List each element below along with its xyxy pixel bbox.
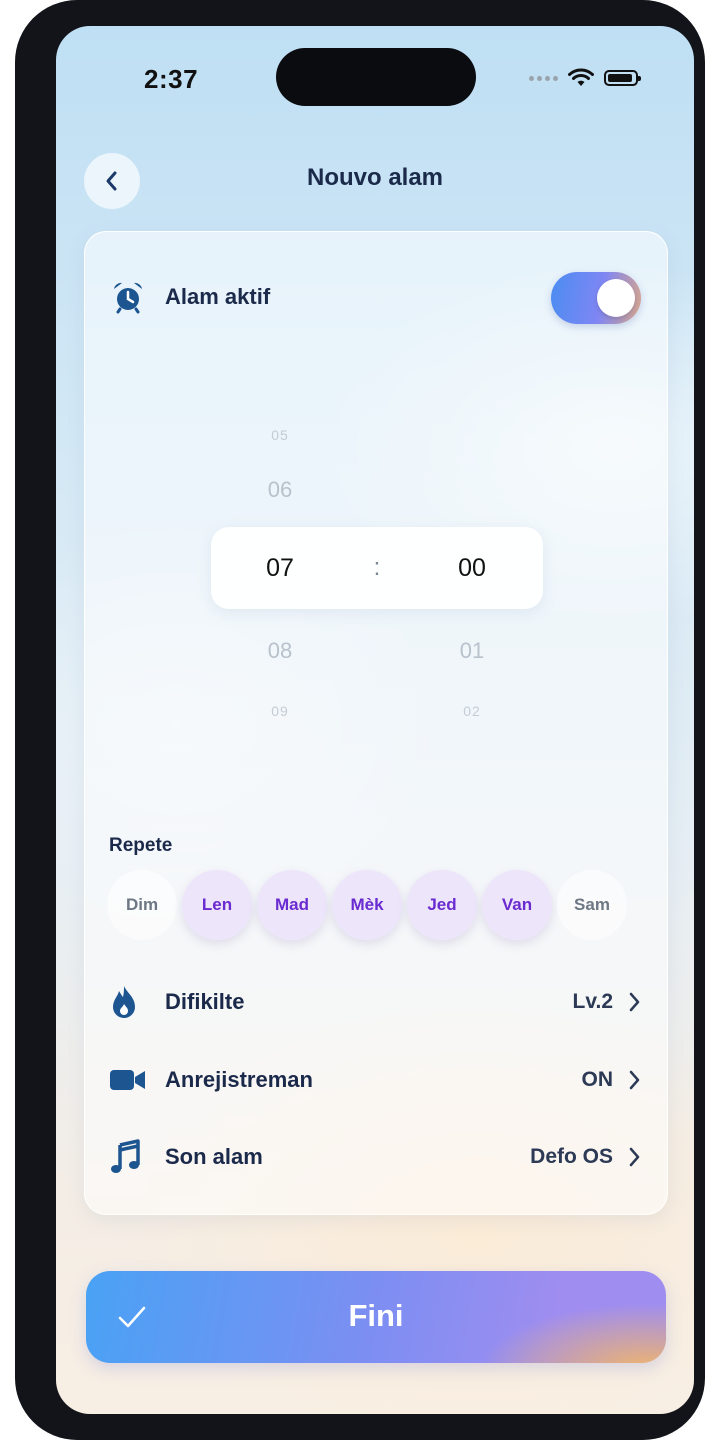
done-button[interactable]: Fini — [86, 1271, 666, 1363]
repeat-days: Dim Len Mad Mèk Jed Van Sam — [107, 870, 627, 940]
alarm-sound-label: Son alam — [165, 1144, 263, 1169]
hour-option[interactable]: 08 — [240, 638, 320, 664]
status-time: 2:37 — [144, 64, 199, 94]
page-title: Nouvo alam — [306, 164, 444, 191]
alarm-sound-row[interactable]: Son alam Defo OS — [109, 1132, 641, 1182]
toggle-knob — [597, 279, 635, 317]
day-chip-sam[interactable]: Sam — [557, 870, 627, 940]
day-chip-dim[interactable]: Dim — [107, 870, 177, 940]
hour-option[interactable]: 06 — [240, 477, 320, 503]
time-picker[interactable]: 05 06 07 : 00 08 09 01 02 — [85, 402, 667, 742]
hour-option[interactable]: 09 — [240, 703, 320, 719]
selected-minute[interactable]: 00 — [432, 554, 512, 583]
repeat-label: Repete — [109, 835, 173, 856]
time-separator: : — [373, 554, 381, 581]
flame-icon — [109, 984, 149, 1020]
signal-dots-icon — [529, 75, 558, 81]
alarm-sound-value: Defo OS — [530, 1145, 613, 1168]
dynamic-island — [276, 48, 476, 106]
day-chip-len[interactable]: Len — [182, 870, 252, 940]
time-selection-highlight: 07 : 00 — [211, 527, 543, 609]
alarm-settings-card: Alam aktif 05 06 07 : 00 08 09 01 02 Rep… — [84, 231, 668, 1215]
difficulty-label: Difikilte — [165, 989, 245, 1014]
alarm-clock-icon — [114, 282, 142, 314]
alarm-active-toggle[interactable] — [551, 272, 641, 324]
video-camera-icon — [109, 1067, 149, 1093]
chevron-right-icon — [629, 1070, 640, 1090]
music-note-icon — [109, 1139, 149, 1175]
day-chip-mad[interactable]: Mad — [257, 870, 327, 940]
recording-label: Anrejistreman — [165, 1067, 313, 1092]
recording-row[interactable]: Anrejistreman ON — [109, 1055, 641, 1105]
alarm-active-row: Alam aktif — [111, 272, 641, 324]
screen: 2:37 Nouvo alam Alam aktif 05 06 07: 00… — [56, 26, 694, 1414]
day-chip-jed[interactable]: Jed — [407, 870, 477, 940]
battery-icon — [604, 70, 641, 86]
phone-frame: 2:37 Nouvo alam Alam aktif 05 06 07: 00… — [15, 0, 705, 1440]
chevron-right-icon — [629, 1147, 640, 1167]
hour-option[interactable]: 05 — [240, 427, 320, 443]
minute-option[interactable]: 02 — [432, 703, 512, 719]
chevron-right-icon — [629, 992, 640, 1012]
status-icons — [529, 68, 641, 88]
wifi-icon — [568, 68, 594, 86]
recording-value: ON — [581, 1068, 614, 1091]
difficulty-row[interactable]: Difikilte Lv.2 — [109, 977, 641, 1027]
selected-hour[interactable]: 07 — [240, 554, 320, 583]
minute-option[interactable]: 01 — [432, 638, 512, 664]
difficulty-value: Lv.2 — [572, 990, 613, 1013]
done-button-label: Fini — [348, 1298, 404, 1333]
day-chip-van[interactable]: Van — [482, 870, 552, 940]
alarm-active-label: Alam aktif — [165, 284, 271, 309]
day-chip-mek[interactable]: Mèk — [332, 870, 402, 940]
